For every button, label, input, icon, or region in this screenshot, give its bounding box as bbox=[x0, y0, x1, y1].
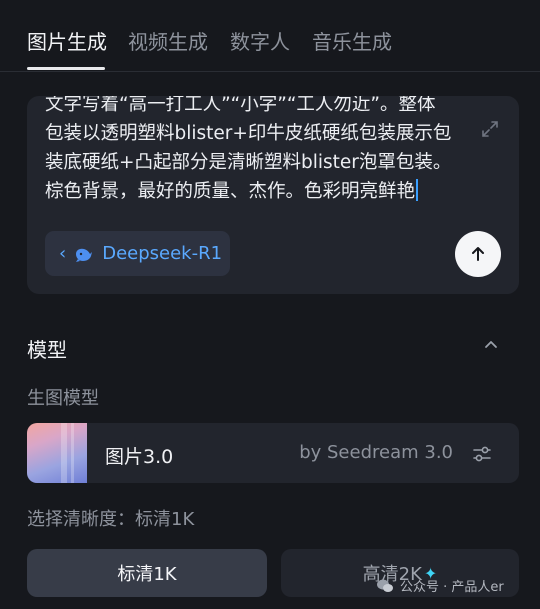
tab-bar: 图片生成 视频生成 数字人 音乐生成 bbox=[0, 0, 540, 72]
thumbnail-streak bbox=[71, 423, 74, 483]
llm-model-label: Deepseek-R1 bbox=[102, 243, 223, 264]
watermark-text: 公众号 · 产品人er bbox=[400, 580, 504, 595]
chevron-up-icon[interactable] bbox=[482, 336, 500, 354]
active-tab-indicator bbox=[27, 67, 105, 70]
model-thumbnail bbox=[27, 423, 87, 483]
thumbnail-streak bbox=[61, 423, 67, 483]
tab-digital-human[interactable]: 数字人 bbox=[230, 26, 290, 55]
deepseek-whale-icon bbox=[76, 248, 93, 262]
prompt-input[interactable]: 文字写着“高一打工人”“小字”“工人勿近”。整体 包装以透明塑料blister+… bbox=[45, 96, 475, 206]
resolution-option-1k[interactable]: 标清1K bbox=[27, 549, 267, 597]
prompt-line: 装底硬纸+凸起部分是清晰塑料blister泡罩包装。 bbox=[45, 152, 452, 173]
expand-icon[interactable] bbox=[481, 120, 499, 138]
prompt-line: 包装以透明塑料blister+印牛皮纸硬纸包装展示包 bbox=[45, 123, 452, 144]
prompt-line: 棕色背景，最好的质量、杰作。色彩明亮鲜艳 bbox=[45, 181, 416, 202]
image-model-provider: by Seedream 3.0 bbox=[299, 442, 453, 463]
llm-model-chip[interactable]: ‹ Deepseek-R1 bbox=[45, 231, 230, 276]
send-button[interactable] bbox=[455, 231, 501, 277]
arrow-up-icon bbox=[472, 247, 484, 261]
image-model-label: 生图模型 bbox=[27, 388, 99, 409]
model-section-title: 模型 bbox=[27, 338, 67, 362]
tab-music-generation[interactable]: 音乐生成 bbox=[312, 26, 392, 55]
prompt-line-last: 棕色背景，最好的质量、杰作。色彩明亮鲜艳 bbox=[45, 177, 475, 206]
image-model-selector[interactable]: 图片3.0 by Seedream 3.0 bbox=[27, 423, 519, 483]
prompt-line: 文字写着“高一打工人”“小字”“工人勿近”。整体 bbox=[45, 96, 436, 115]
tab-image-generation[interactable]: 图片生成 bbox=[27, 26, 107, 55]
sliders-icon[interactable] bbox=[471, 443, 493, 465]
wechat-icon bbox=[377, 579, 393, 592]
text-caret bbox=[416, 179, 419, 201]
image-model-name: 图片3.0 bbox=[105, 446, 174, 468]
watermark: 公众号 · 产品人er bbox=[376, 576, 504, 595]
tab-video-generation[interactable]: 视频生成 bbox=[128, 26, 208, 55]
chevron-left-icon: ‹ bbox=[59, 243, 67, 264]
prompt-card: 文字写着“高一打工人”“小字”“工人勿近”。整体 包装以透明塑料blister+… bbox=[27, 96, 519, 294]
resolution-label: 选择清晰度：标清1K bbox=[27, 509, 195, 530]
